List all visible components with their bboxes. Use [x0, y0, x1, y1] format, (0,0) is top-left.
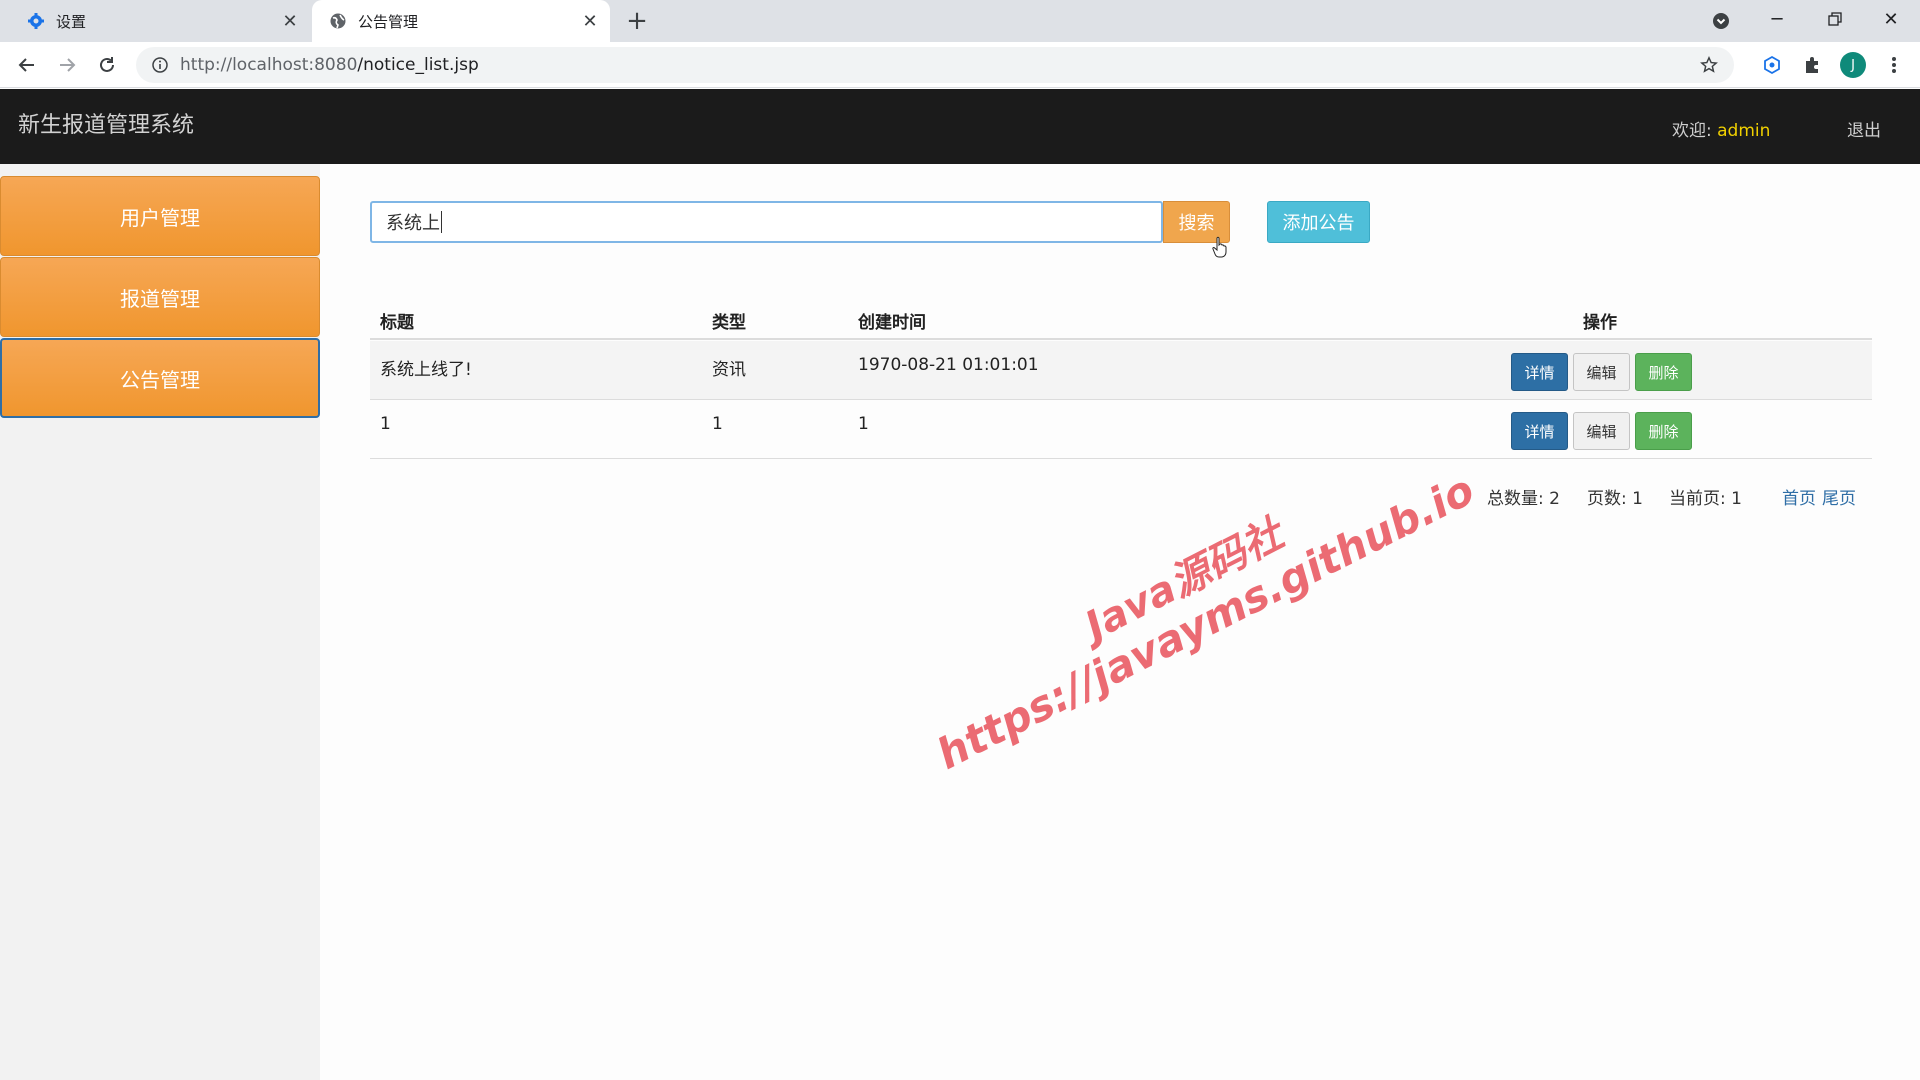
cell-type: 1 — [712, 414, 723, 434]
cell-title: 系统上线了! — [380, 360, 472, 380]
app-title: 新生报道管理系统 — [18, 113, 195, 138]
text-caret — [441, 211, 442, 233]
table-row: 1 1 1 详情 编辑 删除 — [370, 400, 1872, 459]
new-tab-button[interactable]: + — [622, 6, 652, 36]
tab-search-icon[interactable] — [1708, 8, 1734, 34]
welcome-label: 欢迎: — [1672, 121, 1712, 141]
gear-icon — [26, 11, 46, 31]
app-header: 新生报道管理系统 欢迎: admin 退出 — [0, 89, 1920, 164]
more-menu-icon[interactable] — [1882, 53, 1906, 77]
edit-button[interactable]: 编辑 — [1573, 412, 1630, 450]
tab-settings[interactable]: 设置 ✕ — [10, 0, 310, 42]
tab-title: 设置 — [56, 12, 87, 31]
sidebar-item-user-management[interactable]: 用户管理 — [0, 176, 320, 256]
column-header-type: 类型 — [712, 313, 746, 333]
browser-toolbar: http://localhost:8080/notice_list.jsp J — [0, 42, 1920, 88]
current-username: admin — [1717, 121, 1771, 141]
pagination-current: 当前页: 1 — [1669, 489, 1742, 509]
delete-button[interactable]: 删除 — [1635, 353, 1692, 391]
hand-cursor-icon — [1212, 236, 1227, 258]
tab-notice-management[interactable]: 公告管理 ✕ — [312, 0, 610, 42]
close-window-icon[interactable]: ✕ — [1862, 0, 1920, 38]
detail-button[interactable]: 详情 — [1511, 353, 1568, 391]
globe-icon — [328, 11, 348, 31]
add-notice-button[interactable]: 添加公告 — [1267, 201, 1370, 243]
back-icon[interactable] — [12, 50, 42, 80]
sidebar-item-report-management[interactable]: 报道管理 — [0, 257, 320, 337]
close-icon[interactable]: ✕ — [576, 7, 604, 35]
table-row: 系统上线了! 资讯 1970-08-21 01:01:01 详情 编辑 删除 — [370, 341, 1872, 400]
cell-created: 1 — [858, 414, 869, 434]
minimize-icon[interactable]: ─ — [1748, 0, 1806, 38]
restore-icon[interactable] — [1806, 0, 1864, 38]
edit-button[interactable]: 编辑 — [1573, 353, 1630, 391]
welcome-text: 欢迎: admin — [1672, 116, 1770, 141]
column-header-title: 标题 — [380, 313, 414, 333]
extension-hex-icon[interactable] — [1760, 53, 1784, 77]
pagination-pages: 页数: 1 — [1587, 489, 1643, 509]
watermark-line-1: Java源码社 — [1078, 511, 1291, 650]
info-icon[interactable] — [150, 55, 170, 75]
table-header: 标题 类型 创建时间 操作 — [370, 300, 1872, 340]
cell-created: 1970-08-21 01:01:01 — [858, 355, 1039, 375]
close-icon[interactable]: ✕ — [276, 7, 304, 35]
search-input[interactable]: 系统上 — [370, 201, 1163, 243]
last-page-link[interactable]: 尾页 — [1822, 484, 1856, 509]
reload-icon[interactable] — [92, 50, 122, 80]
tab-title: 公告管理 — [358, 12, 419, 31]
browser-tab-strip: 设置 ✕ 公告管理 ✕ + ─ ✕ — [0, 0, 1920, 42]
watermark: Java源码社 https://javayms.github.io — [909, 425, 1482, 779]
sidebar-item-notice-management[interactable]: 公告管理 — [0, 338, 320, 418]
url-text: http://localhost:8080/notice_list.jsp — [180, 55, 479, 75]
cell-title: 1 — [380, 414, 391, 434]
detail-button[interactable]: 详情 — [1511, 412, 1568, 450]
address-bar[interactable]: http://localhost:8080/notice_list.jsp — [136, 47, 1734, 83]
column-header-actions: 操作 — [1583, 313, 1617, 333]
profile-avatar[interactable]: J — [1840, 52, 1866, 78]
first-page-link[interactable]: 首页 — [1782, 484, 1816, 509]
pagination-total: 总数量: 2 — [1487, 489, 1560, 509]
delete-button[interactable]: 删除 — [1635, 412, 1692, 450]
sidebar: 用户管理 报道管理 公告管理 — [0, 164, 320, 1080]
logout-link[interactable]: 退出 — [1847, 116, 1881, 141]
extensions-puzzle-icon[interactable] — [1800, 53, 1824, 77]
search-input-value: 系统上 — [386, 213, 440, 234]
bookmark-star-icon[interactable] — [1698, 54, 1720, 76]
cell-type: 资讯 — [712, 360, 746, 380]
column-header-created: 创建时间 — [858, 313, 926, 333]
forward-icon[interactable] — [52, 50, 82, 80]
watermark-line-2: https://javayms.github.io — [929, 464, 1482, 779]
